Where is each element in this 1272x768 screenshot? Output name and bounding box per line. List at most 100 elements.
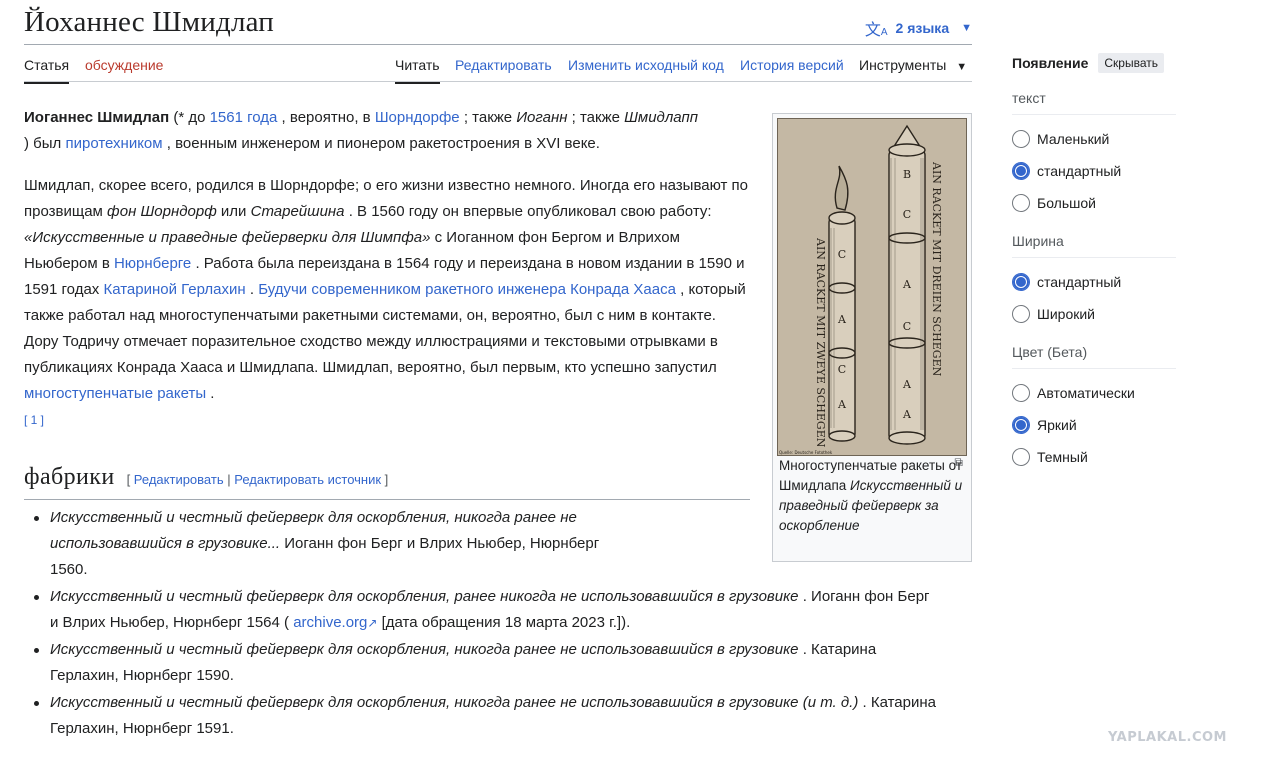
stage-letter: A — [837, 313, 847, 326]
option-small[interactable]: Маленький — [1012, 123, 1182, 155]
radio-button-selected[interactable] — [1012, 162, 1030, 180]
group-label: текст — [1012, 90, 1176, 115]
stage-letter: B — [903, 168, 911, 181]
list-item: Искусственный и честный фейерверк для ос… — [34, 637, 940, 689]
stage-letter: A — [902, 408, 912, 421]
access-date: [дата обращения 18 марта 2023 г.]). — [377, 614, 631, 631]
alt-name: Шмидлапп — [624, 109, 698, 126]
radio-button[interactable] — [1012, 130, 1030, 148]
option-label: стандартный — [1037, 274, 1122, 290]
radio-button[interactable] — [1012, 194, 1030, 212]
text-span: ) был — [24, 135, 66, 152]
section-heading: фабрики [ Редактировать | Редактировать и… — [24, 464, 750, 500]
rocket-illustration[interactable]: AIN RACKET MIT ZWEYE SCHEGEN AIN RACKET … — [777, 118, 967, 456]
radio-button-selected[interactable] — [1012, 416, 1030, 434]
stage-letter: A — [837, 398, 847, 411]
link-konrad-haas[interactable]: Будучи современником ракетного инженера … — [258, 281, 676, 298]
option-label: стандартный — [1037, 163, 1122, 179]
stage-letter: A — [902, 378, 912, 391]
stage-letter: C — [838, 248, 846, 261]
appearance-header: Появление Скрывать — [1012, 50, 1182, 76]
link-nurnberg[interactable]: Нюрнберге — [114, 255, 191, 272]
link-katharina[interactable]: Катариной Герлахин — [103, 281, 245, 298]
tab-read[interactable]: Читать — [395, 57, 440, 84]
option-dark[interactable]: Темный — [1012, 441, 1182, 473]
stage-letter: C — [903, 320, 911, 333]
text-span: . В 1560 году он впервые опубликовал сво… — [344, 203, 712, 220]
right-rocket-caption: AIN RACKET MIT DREIEN SCHEGEN — [930, 161, 943, 377]
option-large[interactable]: Большой — [1012, 187, 1182, 219]
option-label: Маленький — [1037, 131, 1110, 147]
tab-talk[interactable]: обсуждение — [85, 57, 163, 73]
page-tabs: Статья обсуждение Читать Редактировать И… — [24, 45, 972, 84]
bio-paragraph: Шмидлап, скорее всего, родился в Шорндор… — [24, 173, 750, 433]
option-label: Автоматически — [1037, 385, 1135, 401]
tab-edit[interactable]: Редактировать — [455, 57, 552, 73]
stage-letter: A — [902, 278, 912, 291]
tools-label: Инструменты — [859, 57, 947, 73]
text-span: или — [216, 203, 251, 220]
work-title: Искусственный и честный фейерверк для ос… — [50, 694, 859, 711]
work-title: Искусственный и честный фейерверк для ос… — [50, 588, 799, 605]
text-span: . — [245, 281, 259, 298]
language-selector[interactable]: 文A 2 языка ▼ — [865, 16, 972, 40]
article-body: Иоганнес Шмидлап (* до 1561 года , вероя… — [24, 105, 750, 449]
section-edit-link[interactable]: Редактировать — [134, 472, 224, 487]
intro-paragraph: Иоганнес Шмидлап (* до 1561 года , вероя… — [24, 105, 750, 157]
tab-article[interactable]: Статья — [24, 57, 70, 84]
radio-button[interactable] — [1012, 305, 1030, 323]
stage-letter: C — [838, 363, 846, 376]
color-group: Цвет (Бета) Автоматически Яркий Темный — [1012, 344, 1182, 473]
option-wide[interactable]: Широкий — [1012, 298, 1182, 330]
option-light[interactable]: Яркий — [1012, 409, 1182, 441]
text-size-group: текст Маленький стандартный Большой — [1012, 90, 1182, 219]
section-edit-links: [ Редактировать | Редактировать источник… — [127, 472, 389, 487]
tab-edit-source[interactable]: Изменить исходный код — [568, 57, 724, 73]
tools-menu[interactable]: Инструменты ▼ — [859, 57, 967, 73]
nickname: Старейшина — [250, 203, 345, 220]
work-title: «Искусственные и праведные фейерверки дл… — [24, 229, 431, 246]
list-item: Искусственный и честный фейерверк для ос… — [34, 505, 630, 583]
option-label: Большой — [1037, 195, 1096, 211]
chevron-down-icon: ▼ — [956, 61, 968, 73]
bracket: [ — [126, 472, 134, 487]
tab-history[interactable]: История версий — [740, 57, 844, 73]
section-edit-source-link[interactable]: Редактировать источник — [234, 472, 381, 487]
translate-icon: 文A — [864, 22, 888, 39]
stage-letter: C — [903, 208, 911, 221]
option-standard[interactable]: стандартный — [1012, 155, 1182, 187]
nickname: фон Шорндорф — [107, 203, 217, 220]
option-automatic[interactable]: Автоматически — [1012, 377, 1182, 409]
text-span: ; также — [567, 109, 625, 126]
list-item: Искусственный и честный фейерверк для ос… — [34, 584, 940, 636]
left-rocket-caption: AIN RACKET MIT ZWEYE SCHEGEN — [814, 237, 827, 448]
option-label: Широкий — [1037, 306, 1095, 322]
text-span: , вероятно, в — [277, 109, 375, 126]
section-title: фабрики — [24, 464, 115, 490]
hide-button[interactable]: Скрывать — [1098, 53, 1164, 73]
link-schorndorf[interactable]: Шорндорфе — [375, 109, 460, 126]
text-span: ; также — [459, 109, 517, 126]
external-link-icon: ↗ — [367, 616, 378, 630]
radio-button[interactable] — [1012, 384, 1030, 402]
text-span: , военным инженером и пионером ракетостр… — [162, 135, 600, 152]
reference-link[interactable]: [ 1 ] — [24, 413, 44, 427]
work-title: Искусственный и честный фейерверк для ос… — [50, 641, 799, 658]
archive-link[interactable]: archive.org — [293, 614, 367, 631]
option-standard-width[interactable]: стандартный — [1012, 266, 1182, 298]
radio-button-selected[interactable] — [1012, 273, 1030, 291]
link-pyrotechnician[interactable]: пиротехником — [65, 135, 162, 152]
link-year[interactable]: 1561 года — [210, 109, 278, 126]
link-multistage-rockets[interactable]: многоступенчатые ракеты — [24, 385, 206, 402]
appearance-title: Появление — [1012, 55, 1089, 71]
group-label: Цвет (Бета) — [1012, 344, 1176, 369]
chevron-down-icon: ▼ — [961, 22, 972, 34]
option-label: Яркий — [1037, 417, 1077, 433]
group-label: Ширина — [1012, 233, 1176, 258]
text-span: . — [206, 385, 215, 402]
alt-name: Иоганн — [516, 109, 568, 126]
width-group: Ширина стандартный Широкий — [1012, 233, 1182, 330]
language-count: 2 языка — [895, 20, 950, 36]
radio-button[interactable] — [1012, 448, 1030, 466]
watermark: YAPLAKAL.COM — [1108, 730, 1227, 745]
